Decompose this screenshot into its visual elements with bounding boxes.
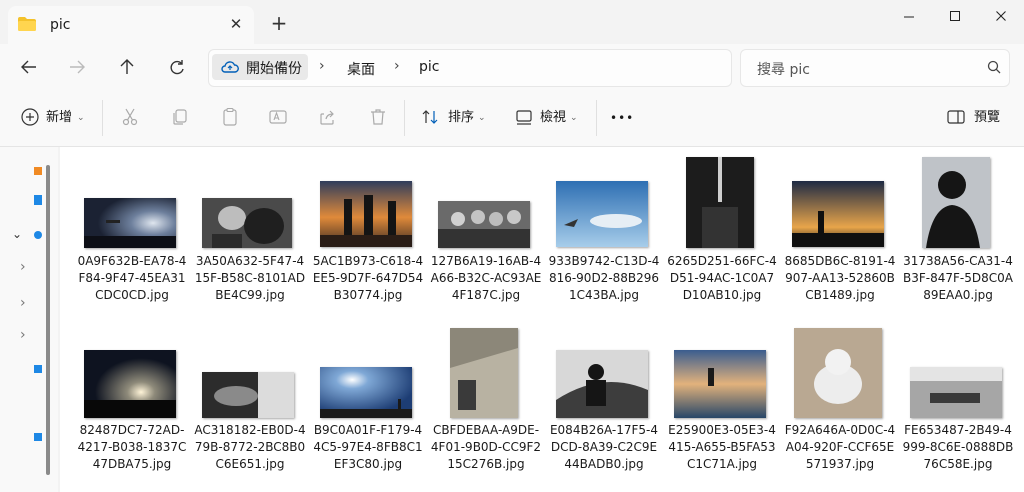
image-thumbnail xyxy=(556,350,648,418)
nav-item-icon[interactable] xyxy=(34,167,42,175)
nav-item-icon[interactable] xyxy=(34,231,42,239)
up-button[interactable] xyxy=(114,54,140,80)
image-thumbnail xyxy=(556,181,648,247)
arrow-left-icon xyxy=(21,60,36,74)
breadcrumb-backup[interactable]: 開始備份 xyxy=(212,54,308,80)
file-name: F92A646A-0D0C-4A04-920F-CCF65E571937.jpg xyxy=(784,423,896,471)
close-window-button[interactable] xyxy=(978,6,1024,28)
copy-icon[interactable] xyxy=(170,107,190,127)
breadcrumb-pic[interactable]: pic xyxy=(419,59,439,75)
chevron-right-icon[interactable]: › xyxy=(20,259,26,275)
file-name: AC318182-EB0D-479B-8772-2BC8B0C6E651.jpg xyxy=(194,423,306,471)
new-plus-icon xyxy=(21,108,39,126)
new-button[interactable]: 新增 xyxy=(46,106,72,130)
image-thumbnail xyxy=(792,181,884,247)
search-input[interactable]: 搜尋 pic xyxy=(757,59,810,79)
breadcrumb-desktop[interactable]: 桌面 xyxy=(347,59,375,79)
folder-icon xyxy=(18,17,36,31)
sort-chevron-icon[interactable]: ⌄ xyxy=(478,106,486,130)
file-view: 0A9F632B-EA78-4F84-9F47-45EA31CDC0CD.jpg… xyxy=(60,147,1024,492)
chevron-right-icon[interactable]: › xyxy=(319,58,325,74)
nav-item-icon[interactable] xyxy=(34,195,42,205)
image-thumbnail xyxy=(202,372,294,418)
image-thumbnail xyxy=(320,181,412,247)
image-thumbnail xyxy=(320,367,412,418)
cloud-backup-icon xyxy=(221,61,239,73)
image-thumbnail xyxy=(794,328,882,418)
image-thumbnail xyxy=(84,350,176,418)
file-name: 8685DB6C-8191-4907-AA13-52860BCB1489.jpg xyxy=(784,254,896,302)
chevron-right-icon[interactable]: › xyxy=(394,58,400,74)
view-button[interactable]: 檢視 xyxy=(540,106,566,130)
divider xyxy=(102,100,103,136)
delete-icon[interactable] xyxy=(368,107,388,127)
maximize-icon xyxy=(950,11,960,21)
preview-pane-icon xyxy=(947,110,965,124)
file-name: 127B6A19-16AB-4A66-B32C-AC93AE4F187C.jpg xyxy=(430,254,542,302)
file-name: CBFDEBAA-A9DE-4F01-9B0D-CC9F215C276B.jpg xyxy=(430,423,542,471)
maximize-button[interactable] xyxy=(932,6,978,28)
command-bar: 新增 ⌄ 排序 ⌄ 檢視 ⌄ ••• 預覽 xyxy=(0,90,1024,147)
paste-icon[interactable] xyxy=(220,107,240,127)
title-bar: pic ✕ + xyxy=(0,0,1024,46)
navigation-pane: ⌄ › › › xyxy=(0,147,58,492)
arrow-right-icon xyxy=(70,60,85,74)
file-name: 5AC1B973-C618-4EE5-9D7F-647D54B30774.jpg xyxy=(312,254,424,302)
address-box[interactable]: 開始備份 › 桌面 › pic xyxy=(208,49,732,87)
tab-title: pic xyxy=(50,17,71,33)
search-icon xyxy=(987,60,1001,74)
cut-icon[interactable] xyxy=(120,107,140,127)
refresh-icon xyxy=(170,60,184,75)
file-name: 933B9742-C13D-4816-90D2-88B2961C43BA.jpg xyxy=(548,254,660,302)
rename-icon[interactable] xyxy=(268,107,288,127)
image-thumbnail xyxy=(686,157,754,248)
nav-item-icon[interactable] xyxy=(34,433,42,441)
minimize-icon xyxy=(904,16,914,18)
arrow-up-icon xyxy=(120,59,134,74)
address-bar-row: 開始備份 › 桌面 › pic 搜尋 pic xyxy=(0,44,1024,90)
file-name: 0A9F632B-EA78-4F84-9F47-45EA31CDC0CD.jpg xyxy=(77,254,187,302)
refresh-button[interactable] xyxy=(164,54,190,80)
sort-icon xyxy=(422,110,438,124)
divider xyxy=(596,100,597,136)
image-thumbnail xyxy=(84,198,176,248)
breadcrumb-backup-label: 開始備份 xyxy=(246,61,302,77)
image-thumbnail xyxy=(450,328,518,418)
sort-button[interactable]: 排序 xyxy=(448,106,474,130)
tab-close-icon[interactable]: ✕ xyxy=(226,14,246,34)
file-name: E084B26A-17F5-4DCD-8A39-C2C9E44BADB0.jpg xyxy=(549,423,659,471)
file-name: 82487DC7-72AD-4217-B038-1837C47DBA75.jpg xyxy=(77,423,187,471)
share-icon[interactable] xyxy=(318,107,338,127)
file-name: E25900E3-05E3-4415-A655-B5FA53C1C71A.jpg xyxy=(668,423,776,471)
minimize-button[interactable] xyxy=(886,6,932,28)
new-dropdown-chevron-icon[interactable]: ⌄ xyxy=(77,106,85,130)
more-options-button[interactable]: ••• xyxy=(610,106,634,130)
file-name: 6265D251-66FC-4D51-94AC-1C0A7D10AB10.jpg xyxy=(667,254,777,302)
nav-item-icon[interactable] xyxy=(34,365,42,373)
chevron-down-icon[interactable]: ⌄ xyxy=(12,227,22,241)
view-chevron-icon[interactable]: ⌄ xyxy=(570,106,578,130)
preview-button[interactable]: 預覽 xyxy=(974,106,1000,130)
image-thumbnail xyxy=(922,157,990,248)
sidebar-scrollbar[interactable] xyxy=(46,165,50,475)
chevron-right-icon[interactable]: › xyxy=(20,295,26,311)
file-name: FE653487-2B49-4999-8C6E-0888DB76C58E.jpg xyxy=(902,423,1014,471)
image-thumbnail xyxy=(202,198,292,248)
file-name: 31738A56-CA31-4B3F-847F-5D8C0A89EAA0.jpg xyxy=(903,254,1013,302)
tab-pic[interactable]: pic ✕ xyxy=(8,6,254,44)
forward-button[interactable] xyxy=(64,54,90,80)
divider xyxy=(404,100,405,136)
image-thumbnail xyxy=(438,201,530,248)
new-tab-button[interactable]: + xyxy=(268,12,290,34)
file-name: B9C0A01F-F179-44C5-97E4-8FB8C1EF3C80.jpg xyxy=(313,423,423,471)
search-box[interactable]: 搜尋 pic xyxy=(740,49,1010,87)
view-icon xyxy=(516,110,532,125)
back-button[interactable] xyxy=(16,54,42,80)
close-icon xyxy=(996,11,1006,21)
chevron-right-icon[interactable]: › xyxy=(20,327,26,343)
image-thumbnail xyxy=(910,367,1002,418)
image-thumbnail xyxy=(674,350,766,418)
file-name: 3A50A632-5F47-415F-B58C-8101ADBE4C99.jpg xyxy=(194,254,306,302)
